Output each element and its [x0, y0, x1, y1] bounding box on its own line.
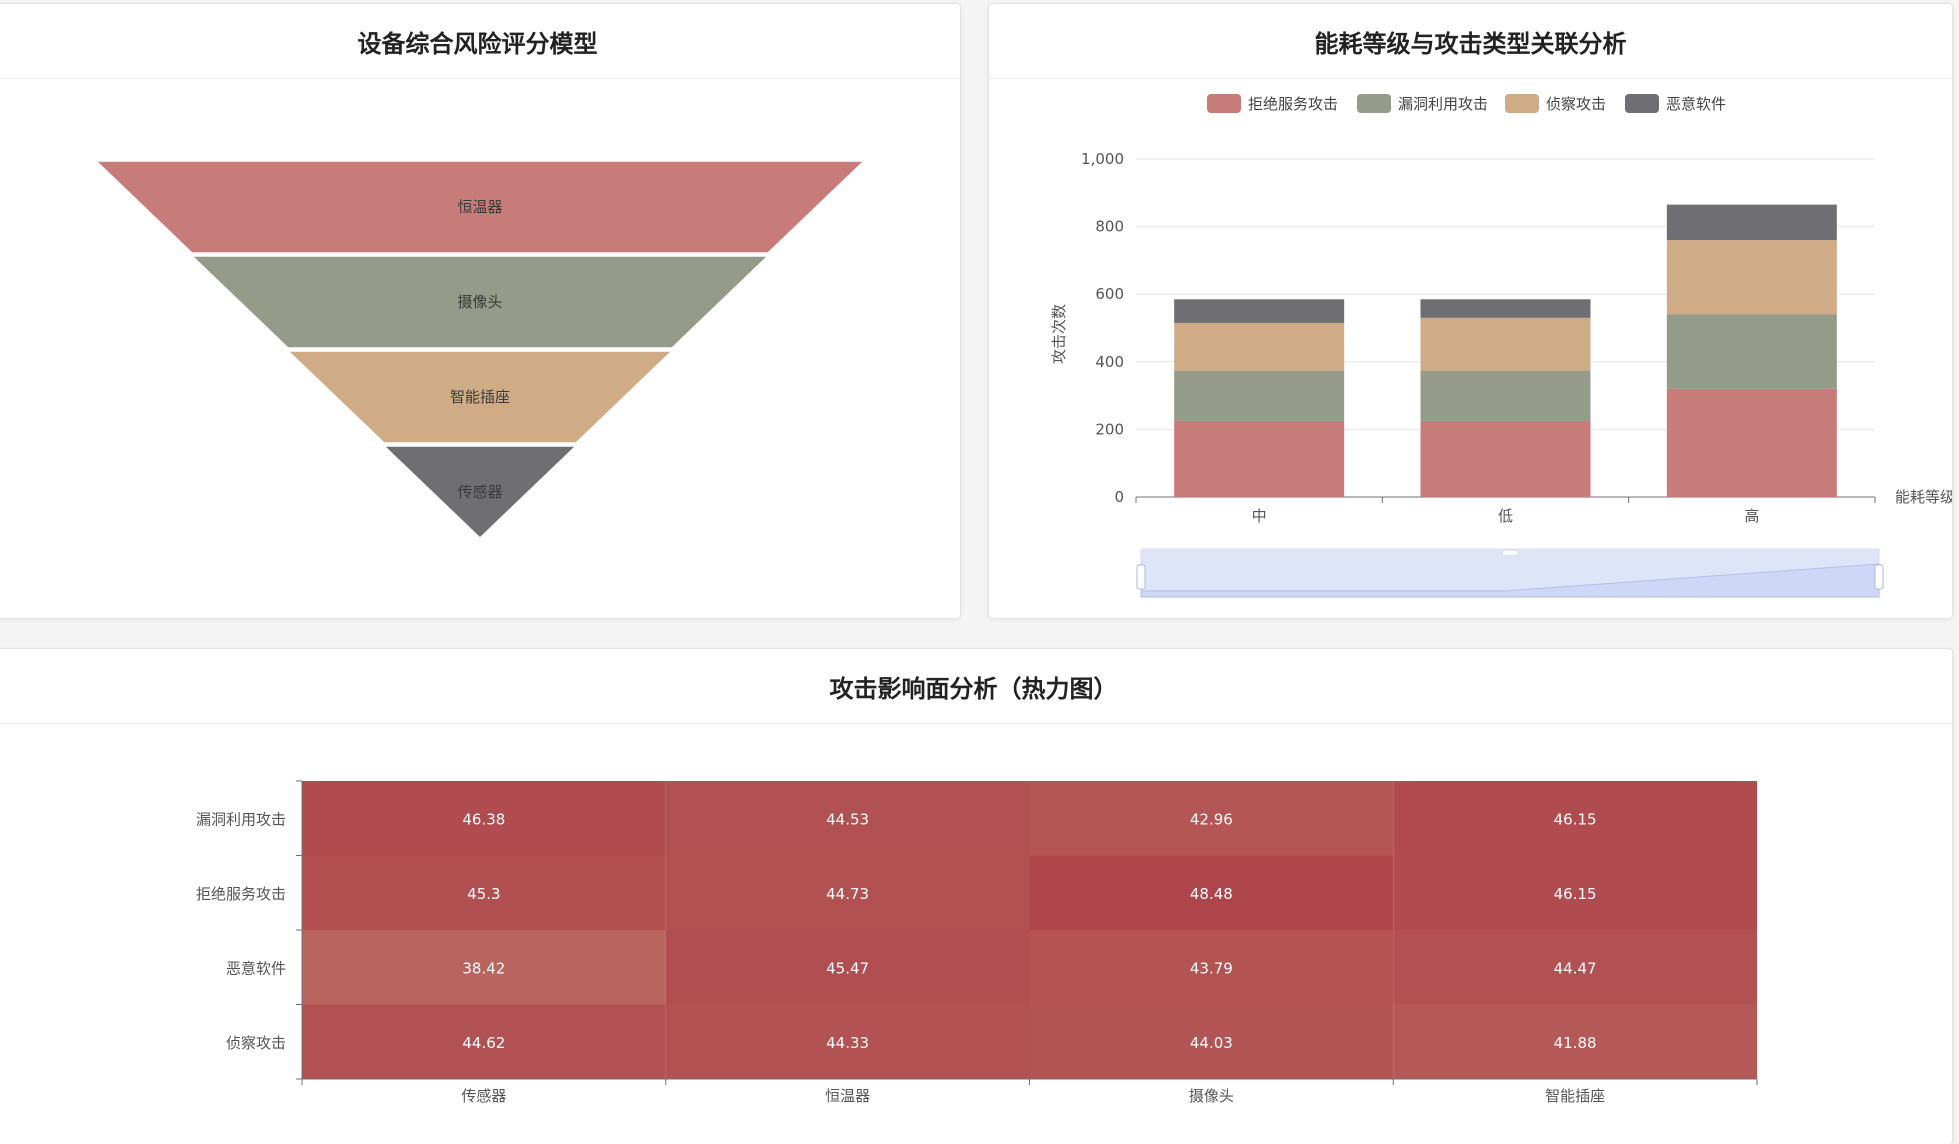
data-zoom-window[interactable]	[1141, 559, 1879, 597]
legend-swatch-0	[1207, 94, 1241, 113]
legend-label-2: 侦察攻击	[1546, 95, 1606, 113]
stacked-bar-chart: 拒绝服务攻击 漏洞利用攻击 侦察攻击 恶意软件 0 200 400 600 800 1,000 攻击…	[1050, 94, 1952, 598]
legend-swatch-3	[1625, 94, 1659, 113]
data-zoom-slider[interactable]	[1136, 548, 1884, 598]
heatmap-cell-label-0-1: 44.53	[826, 810, 869, 828]
bar-2-1[interactable]	[1666, 314, 1837, 389]
y-axis-label: 攻击次数	[1050, 304, 1068, 364]
bar-1-3[interactable]	[1420, 299, 1591, 318]
heatmap-cell-label-2-0: 38.42	[462, 959, 505, 977]
x-tick-label-1: 低	[1498, 507, 1513, 525]
legend-label-1: 漏洞利用攻击	[1398, 95, 1488, 113]
legend-swatch-2	[1505, 94, 1539, 113]
y-tick-label-5: 1,000	[1081, 150, 1124, 168]
funnel-label-3: 传感器	[457, 483, 502, 501]
heatmap-cell-label-2-2: 43.79	[1190, 959, 1233, 977]
heatmap-x-label-3: 智能插座	[1545, 1087, 1605, 1105]
heatmap-x-label-1: 恒温器	[825, 1087, 870, 1105]
legend-label-0: 拒绝服务攻击	[1248, 95, 1338, 113]
x-axis-label: 能耗等级	[1895, 488, 1952, 506]
y-tick-label-4: 800	[1095, 218, 1124, 236]
heatmap-cell-label-3-1: 44.33	[826, 1034, 869, 1052]
y-tick-label-3: 600	[1095, 285, 1124, 303]
heatmap-cell-label-0-3: 46.15	[1554, 810, 1597, 828]
heatmap-cell-label-2-3: 44.47	[1554, 959, 1597, 977]
heatmap-x-label-2: 摄像头	[1189, 1087, 1234, 1105]
heatmap-cell-label-1-3: 46.15	[1554, 885, 1597, 903]
x-tick-label-2: 高	[1744, 507, 1759, 525]
legend-item-0[interactable]: 拒绝服务攻击	[1207, 94, 1338, 113]
funnel-label-1: 摄像头	[457, 293, 502, 311]
heatmap-chart-panel: 攻击影响面分析（热力图） 46.38 44.53 42.96 46.15 漏洞利用攻击 4…	[0, 648, 1953, 1144]
bar-2-3[interactable]	[1666, 204, 1837, 241]
data-zoom-handle-left[interactable]	[1136, 564, 1146, 590]
data-zoom-handle-right[interactable]	[1874, 564, 1884, 590]
bar-1-0[interactable]	[1420, 420, 1591, 497]
bar-1-2[interactable]	[1420, 317, 1591, 371]
heatmap-cell-label-3-3: 41.88	[1554, 1034, 1597, 1052]
bar-2-0[interactable]	[1666, 388, 1837, 497]
funnel-label-0: 恒温器	[457, 198, 502, 216]
legend-label-3: 恶意软件	[1666, 95, 1726, 113]
heatmap-x-label-0: 传感器	[461, 1087, 506, 1105]
heatmap-cell-label-1-0: 45.3	[467, 885, 500, 903]
heatmap-cell-label-2-1: 45.47	[826, 959, 869, 977]
data-zoom-move-handle[interactable]	[1503, 551, 1517, 555]
funnel-label-2: 智能插座	[450, 388, 510, 406]
bar-1-1[interactable]	[1420, 370, 1591, 421]
bar-0-3[interactable]	[1174, 299, 1345, 323]
heatmap-y-label-1: 拒绝服务攻击	[196, 885, 286, 903]
heatmap-y-label-0: 漏洞利用攻击	[196, 810, 286, 828]
legend-item-2[interactable]: 侦察攻击	[1505, 94, 1606, 113]
bar-0-1[interactable]	[1174, 370, 1345, 421]
bar-0-0[interactable]	[1174, 420, 1345, 497]
heatmap-y-label-3: 侦察攻击	[226, 1034, 286, 1052]
heatmap-cell-label-1-2: 48.48	[1190, 885, 1233, 903]
heatmap-cell-label-0-0: 46.38	[462, 810, 505, 828]
legend-item-1[interactable]: 漏洞利用攻击	[1357, 94, 1488, 113]
x-tick-label-0: 中	[1252, 507, 1267, 525]
heatmap-cell-label-1-1: 44.73	[826, 885, 869, 903]
heatmap-y-label-2: 恶意软件	[226, 959, 286, 977]
bar-0-2[interactable]	[1174, 322, 1345, 371]
bar-2-2[interactable]	[1666, 240, 1837, 315]
legend-item-3[interactable]: 恶意软件	[1625, 94, 1726, 113]
y-tick-label-1: 200	[1095, 420, 1124, 438]
funnel-chart: 恒温器摄像头智能插座传感器	[94, 160, 866, 540]
y-tick-label-2: 400	[1095, 353, 1124, 371]
heatmap-cell-label-3-2: 44.03	[1190, 1034, 1233, 1052]
funnel-chart-panel: 设备综合风险评分模型 恒温器 摄像头 智能插座 传感器	[0, 3, 961, 619]
y-tick-label-0: 0	[1114, 488, 1124, 506]
heatmap-cell-label-0-2: 42.96	[1190, 810, 1233, 828]
stacked-bar-chart-panel: 能耗等级与攻击类型关联分析 拒绝服务攻击 漏洞利用攻击 侦察攻击 恶意软件 0 200 40…	[988, 3, 1953, 619]
heatmap-chart: 46.38 44.53 42.96 46.15 漏洞利用攻击 45.3 44.73 48.48…	[196, 780, 1758, 1105]
legend-swatch-1	[1357, 94, 1391, 113]
heatmap-cell-label-3-0: 44.62	[462, 1034, 505, 1052]
